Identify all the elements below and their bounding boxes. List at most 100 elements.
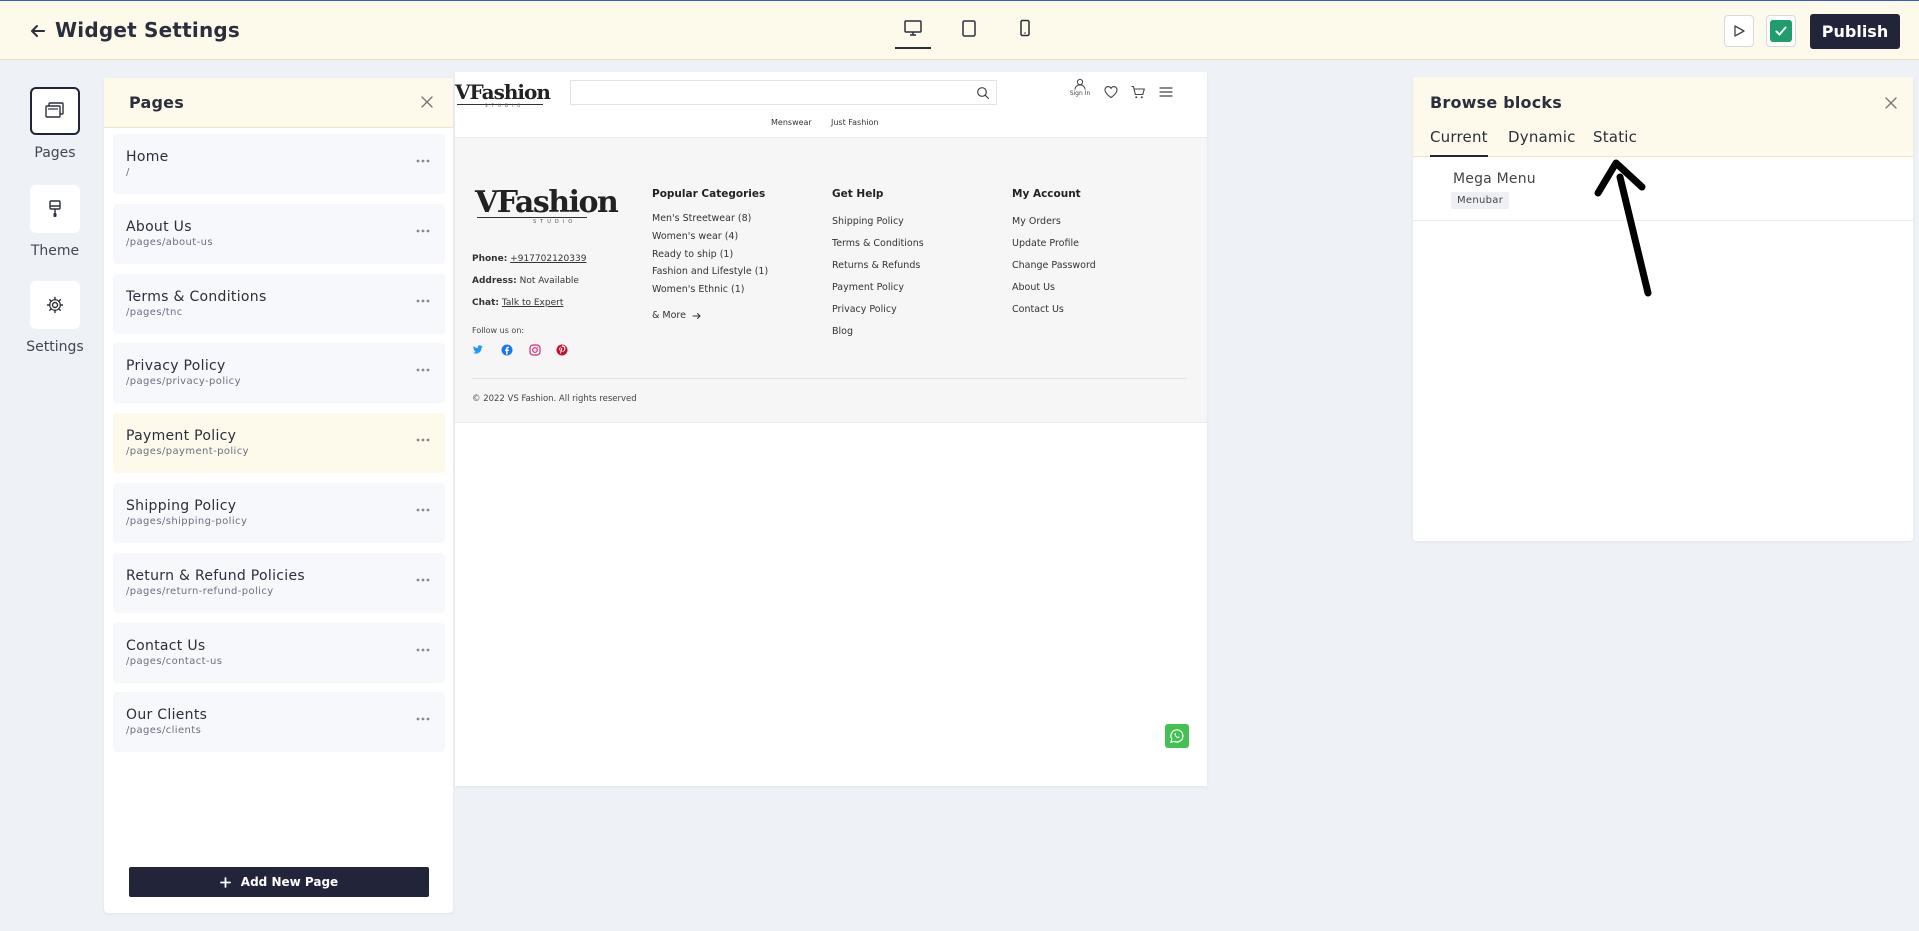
footer-link[interactable]: Returns & Refunds (832, 260, 920, 271)
rail-theme[interactable]: Theme (25, 185, 85, 259)
footer-link[interactable]: Terms & Conditions (832, 238, 924, 249)
more-options-icon[interactable] (415, 716, 431, 722)
block-item-mega-menu[interactable]: Mega Menu Menubar (1413, 157, 1913, 221)
footer-chat: Chat: Talk to Expert (472, 298, 563, 308)
more-options-icon[interactable] (415, 367, 431, 373)
address-value: Not Available (519, 276, 579, 286)
footer-link[interactable]: Fashion and Lifestyle (1) (652, 266, 768, 277)
page-list-item[interactable]: Shipping Policy/pages/shipping-policy (113, 482, 445, 543)
add-new-page-button[interactable]: Add New Page (129, 867, 429, 897)
preview-signin[interactable]: Sign In (1067, 78, 1093, 97)
page-item-path: /pages/clients (126, 725, 202, 737)
preview-nav-menswear[interactable]: Menswear (771, 118, 812, 127)
footer-link[interactable]: Men's Streetwear (8) (652, 213, 751, 224)
rail-settings[interactable]: Settings (25, 281, 85, 355)
mobile-icon (1020, 19, 1030, 37)
page-list-item[interactable]: Privacy Policy/pages/privacy-policy (113, 343, 445, 404)
page-item-name: Contact Us (126, 637, 206, 654)
top-bar: Widget Settings Publish (0, 0, 1919, 60)
footer-logo[interactable]: VFashion (475, 185, 619, 220)
preview-logo[interactable]: VFashion (455, 80, 551, 104)
footer-link[interactable]: Shipping Policy (832, 216, 904, 227)
address-label: Address: (472, 276, 517, 286)
search-icon[interactable] (976, 86, 990, 100)
tablet-view-button[interactable] (951, 19, 987, 49)
page-list-item[interactable]: Payment Policy/pages/payment-policy (113, 413, 445, 474)
page-list-item[interactable]: Contact Us/pages/contact-us (113, 622, 445, 683)
instagram-icon[interactable] (529, 344, 541, 356)
more-options-icon[interactable] (415, 577, 431, 583)
twitter-icon[interactable] (472, 344, 484, 356)
back-arrow-icon[interactable] (28, 21, 48, 41)
footer-link[interactable]: About Us (1012, 282, 1055, 293)
block-item-name: Mega Menu (1453, 171, 1536, 187)
footer-more-link[interactable]: & More (652, 310, 702, 321)
block-item-badge: Menubar (1451, 192, 1510, 209)
site-preview[interactable]: VFashion STUDIO Sign In Menswear Just Fa… (455, 72, 1207, 786)
footer-link[interactable]: Update Profile (1012, 238, 1079, 249)
page-item-name: Return & Refund Policies (126, 567, 305, 584)
page-list-item[interactable]: Return & Refund Policies/pages/return-re… (113, 552, 445, 613)
desktop-icon (904, 20, 922, 36)
pinterest-icon[interactable] (556, 344, 568, 356)
page-item-name: Terms & Conditions (126, 288, 267, 305)
footer-link[interactable]: Payment Policy (832, 282, 904, 293)
page-item-path: /pages/payment-policy (126, 446, 249, 458)
rail-pages-label: Pages (34, 145, 76, 161)
close-icon[interactable] (1883, 95, 1899, 111)
facebook-icon[interactable] (501, 344, 513, 356)
footer-link[interactable]: Women's Ethnic (1) (652, 284, 744, 295)
tab-static[interactable]: Static (1593, 128, 1637, 157)
page-item-name: Payment Policy (126, 428, 237, 445)
save-check-button[interactable] (1766, 15, 1796, 47)
page-list-item[interactable]: Our Clients/pages/clients (113, 692, 445, 753)
footer-link[interactable]: Change Password (1012, 260, 1096, 271)
more-options-icon[interactable] (415, 507, 431, 513)
footer-link[interactable]: Privacy Policy (832, 304, 897, 315)
cart-icon[interactable] (1130, 84, 1146, 100)
footer-col-help-title: Get Help (832, 188, 884, 200)
whatsapp-icon[interactable] (1165, 724, 1189, 748)
footer-link[interactable]: Women's wear (4) (652, 231, 738, 242)
preview-header: VFashion STUDIO Sign In Menswear Just Fa… (455, 72, 1207, 138)
footer-link[interactable]: Contact Us (1012, 304, 1064, 315)
tab-dynamic[interactable]: Dynamic (1508, 128, 1576, 157)
footer-link[interactable]: Ready to ship (1) (652, 249, 733, 260)
chat-link[interactable]: Talk to Expert (502, 298, 563, 308)
preview-footer: VFashion STUDIO Phone: +917702120339 Add… (455, 138, 1207, 423)
more-options-icon[interactable] (415, 158, 431, 164)
plus-icon (219, 876, 231, 888)
close-icon[interactable] (419, 94, 435, 110)
footer-copyright: © 2022 VS Fashion. All rights reserved (472, 394, 637, 404)
check-icon (1770, 20, 1792, 42)
rail-pages[interactable]: Pages (25, 87, 85, 161)
heart-icon[interactable] (1103, 84, 1119, 100)
desktop-view-button[interactable] (895, 19, 931, 49)
page-list-item[interactable]: Home / (113, 134, 445, 194)
more-options-icon[interactable] (415, 437, 431, 443)
page-list-item[interactable]: Terms & Conditions/pages/tnc (113, 273, 445, 334)
tab-current[interactable]: Current (1430, 128, 1488, 157)
rail-settings-label: Settings (26, 339, 84, 355)
hamburger-menu-icon[interactable] (1158, 84, 1174, 100)
footer-link[interactable]: My Orders (1012, 216, 1061, 227)
footer-link[interactable]: Blog (832, 326, 853, 337)
preview-play-button[interactable] (1724, 15, 1754, 47)
annotation-arrow-icon (1594, 159, 1652, 297)
preview-nav-just-fashion[interactable]: Just Fashion (831, 118, 878, 127)
phone-label: Phone: (472, 254, 508, 264)
more-options-icon[interactable] (415, 228, 431, 234)
page-item-path: /pages/privacy-policy (126, 376, 241, 388)
phone-link[interactable]: +917702120339 (510, 254, 586, 264)
more-options-icon[interactable] (415, 647, 431, 653)
page-item-name: Shipping Policy (126, 497, 237, 514)
more-options-icon[interactable] (415, 298, 431, 304)
follow-us-label: Follow us on: (472, 326, 525, 335)
page-list-item[interactable]: About Us/pages/about-us (113, 203, 445, 264)
publish-button[interactable]: Publish (1810, 14, 1900, 49)
mobile-view-button[interactable] (1007, 19, 1043, 49)
page-item-name: About Us (126, 218, 192, 235)
tablet-icon (962, 20, 976, 37)
page-item-path: /pages/return-refund-policy (126, 585, 274, 597)
preview-search-input[interactable] (570, 80, 997, 105)
